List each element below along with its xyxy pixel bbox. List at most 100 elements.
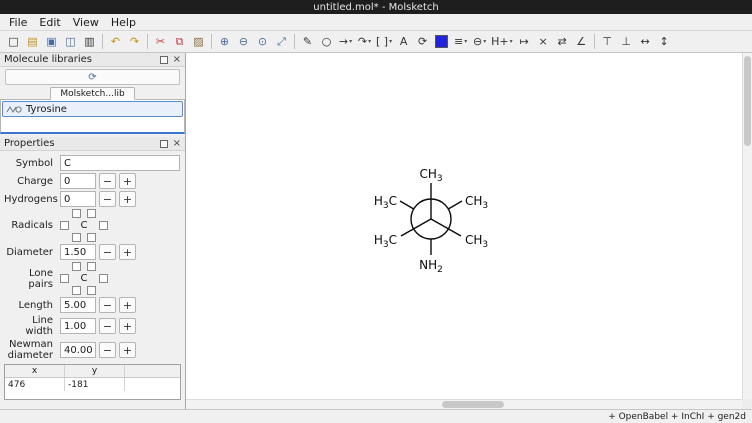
radical-checkbox[interactable] <box>72 209 81 218</box>
length-decrement-button[interactable]: − <box>99 297 116 313</box>
align-bottom-icon: ⊥ <box>621 36 631 47</box>
lone-pair-checkbox[interactable] <box>87 262 96 271</box>
diameter-decrement-button[interactable]: − <box>99 244 116 260</box>
lone-pair-checkbox[interactable] <box>72 262 81 271</box>
paste-button[interactable]: ▨ <box>189 33 208 51</box>
menu-help[interactable]: Help <box>105 15 142 30</box>
redo-button[interactable]: ↷ <box>125 33 144 51</box>
distribute-horizontal-button[interactable]: ↔ <box>636 33 655 51</box>
radical-checkbox[interactable] <box>72 233 81 242</box>
menu-file[interactable]: File <box>3 15 33 30</box>
newman-diameter-increment-button[interactable]: + <box>119 342 136 358</box>
redo-icon: ↷ <box>130 36 139 47</box>
diameter-input[interactable]: 1.50 <box>60 244 96 260</box>
line-width-increment-button[interactable]: + <box>119 318 136 334</box>
lone-pair-checkbox[interactable] <box>72 286 81 295</box>
library-item-tyrosine[interactable]: Tyrosine <box>2 101 183 117</box>
angle-tool-button[interactable]: ∠ <box>572 33 591 51</box>
toolbar-separator <box>211 34 212 49</box>
newman-diameter-input[interactable]: 40.00 <box>60 342 96 358</box>
vertical-scrollbar-thumb[interactable] <box>744 56 751 146</box>
zoom-original-button[interactable]: ⊙ <box>253 33 272 51</box>
newman-diameter-label: Newman diameter <box>4 339 60 361</box>
menu-view[interactable]: View <box>67 15 105 30</box>
length-increment-button[interactable]: + <box>119 297 136 313</box>
lone-pair-checkbox[interactable] <box>60 274 69 283</box>
line-width-tool-button[interactable]: ≡▾ <box>451 33 470 51</box>
distribute-vertical-button[interactable]: ↕ <box>655 33 674 51</box>
newman-projection-bonds <box>400 183 462 255</box>
newman-diameter-decrement-button[interactable]: − <box>99 342 116 358</box>
zoom-fit-button[interactable]: ⤢ <box>272 33 291 51</box>
lone-pair-checkbox[interactable] <box>99 274 108 283</box>
hydrogen-tool-button[interactable]: H+▾ <box>489 33 515 51</box>
print-button[interactable]: ▥ <box>80 33 99 51</box>
charge-tool-button[interactable]: ⊖▾ <box>470 33 489 51</box>
arrow-tool-button[interactable]: →▾ <box>336 33 355 51</box>
substituent-label-top: CH3 <box>419 167 442 184</box>
save-button[interactable]: ▣ <box>42 33 61 51</box>
distribute-vertical-icon: ↕ <box>660 36 669 47</box>
menu-edit[interactable]: Edit <box>33 15 66 30</box>
refresh-icon: ⟳ <box>88 72 96 83</box>
zoom-out-button[interactable]: ⊖ <box>234 33 253 51</box>
line-width-tool-icon: ≡ <box>454 36 463 47</box>
line-width-row: Line width 1.00 − + <box>4 315 181 337</box>
align-bottom-button[interactable]: ⊥ <box>617 33 636 51</box>
copy-button[interactable]: ⧉ <box>170 33 189 51</box>
charge-increment-button[interactable]: + <box>119 173 136 189</box>
curved-arrow-tool-button[interactable]: ↷▾ <box>355 33 374 51</box>
hydrogens-decrement-button[interactable]: − <box>99 191 116 207</box>
molecule-drawing[interactable]: CH3 H3C CH3 H3C CH3 NH2 <box>321 134 541 304</box>
float-panel-icon[interactable] <box>160 56 168 64</box>
radical-checkbox[interactable] <box>60 221 69 230</box>
drawing-canvas[interactable]: CH3 H3C CH3 H3C CH3 NH2 <box>186 53 752 409</box>
radical-checkbox[interactable] <box>87 209 96 218</box>
hydrogens-increment-button[interactable]: + <box>119 191 136 207</box>
close-panel-icon[interactable]: × <box>173 140 181 148</box>
undo-button[interactable]: ↶ <box>106 33 125 51</box>
color-swatch[interactable] <box>435 35 448 48</box>
radical-checkbox[interactable] <box>87 233 96 242</box>
hydrogens-input[interactable]: 0 <box>60 191 96 207</box>
new-document-button[interactable]: □ <box>4 33 23 51</box>
delete-tool-button[interactable]: × <box>534 33 553 51</box>
horizontal-scrollbar[interactable] <box>186 399 742 409</box>
charge-input[interactable]: 0 <box>60 173 96 189</box>
vertical-scrollbar[interactable] <box>742 53 752 399</box>
float-panel-icon[interactable] <box>160 140 168 148</box>
zoom-original-icon: ⊙ <box>258 36 267 47</box>
connect-tool-button[interactable]: ↦ <box>515 33 534 51</box>
status-formats-text: + OpenBabel + InChI + gen2d <box>608 412 746 422</box>
align-top-button[interactable]: ⊤ <box>598 33 617 51</box>
symbol-input[interactable]: C <box>60 155 180 171</box>
line-width-decrement-button[interactable]: − <box>99 318 116 334</box>
cut-button[interactable]: ✂ <box>151 33 170 51</box>
horizontal-scrollbar-thumb[interactable] <box>442 401 504 408</box>
flip-tool-button[interactable]: ⇄ <box>553 33 572 51</box>
zoom-out-icon: ⊖ <box>239 36 248 47</box>
library-panel-header: Molecule libraries × <box>0 53 185 67</box>
close-panel-icon[interactable]: × <box>173 56 181 64</box>
open-file-button[interactable]: ▤ <box>23 33 42 51</box>
ring-tool-button[interactable]: ○ <box>317 33 336 51</box>
hydrogens-label: Hydrogens <box>4 194 60 205</box>
zoom-in-button[interactable]: ⊕ <box>215 33 234 51</box>
rotate-tool-button[interactable]: ⟳ <box>413 33 432 51</box>
save-as-button[interactable]: ◫ <box>61 33 80 51</box>
line-width-label: Line width <box>4 315 60 337</box>
text-tool-button[interactable]: A <box>394 33 413 51</box>
bracket-tool-button[interactable]: [ ]▾ <box>374 33 394 51</box>
radical-checkbox[interactable] <box>99 221 108 230</box>
charge-decrement-button[interactable]: − <box>99 173 116 189</box>
library-refresh-button[interactable]: ⟳ <box>5 69 180 85</box>
length-input[interactable]: 5.00 <box>60 297 96 313</box>
library-tab-molsketch-lib[interactable]: Molsketch...lib <box>50 87 134 100</box>
coord-x-cell[interactable]: 476 <box>5 378 65 391</box>
draw-tool-button[interactable]: ✎ <box>298 33 317 51</box>
line-width-input[interactable]: 1.00 <box>60 318 96 334</box>
coord-y-cell[interactable]: -181 <box>65 378 125 391</box>
diameter-increment-button[interactable]: + <box>119 244 136 260</box>
lone-pair-checkbox[interactable] <box>87 286 96 295</box>
substituent-label-lower-right: CH3 <box>465 233 488 250</box>
